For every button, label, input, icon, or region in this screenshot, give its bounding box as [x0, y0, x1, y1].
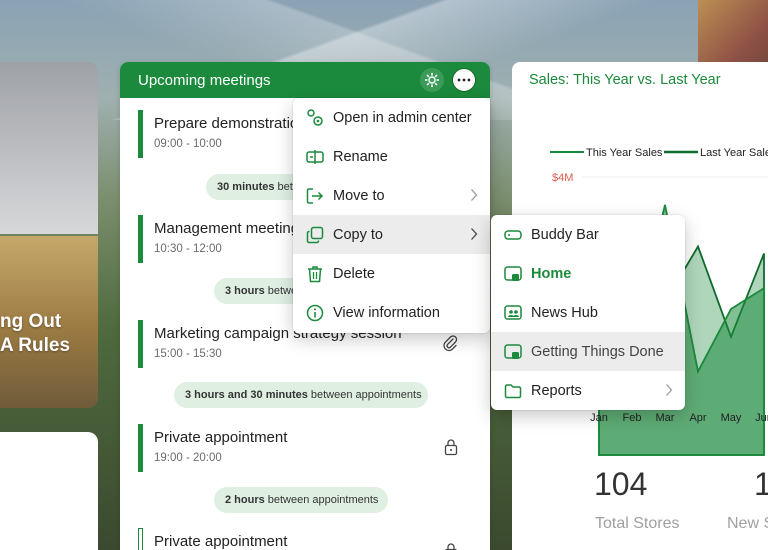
stat-label: New S — [727, 515, 768, 532]
chart-legend: This Year Sales Last Year Sale — [550, 147, 768, 159]
menu-item-copy-to[interactable]: Copy to — [293, 215, 490, 254]
news-card-caption: ng Out A Rules — [0, 311, 71, 356]
private-lock-icon — [444, 438, 458, 461]
stat-value: 104 — [594, 466, 648, 502]
submenu-item-news-hub[interactable]: News Hub — [491, 293, 685, 332]
meeting-status-bar — [138, 424, 143, 472]
stat-label: Total Stores — [595, 515, 680, 532]
submenu-item-home[interactable]: Home — [491, 254, 685, 293]
legend-last-year: Last Year Sale — [700, 147, 768, 159]
meeting-status-bar — [138, 215, 143, 263]
context-menu: Open in admin center Rename Move to Copy… — [293, 98, 490, 333]
x-tick-label: Jun — [755, 412, 768, 424]
submenu-item-reports[interactable]: Reports — [491, 371, 685, 410]
legend-this-year: This Year Sales — [586, 147, 663, 159]
meeting-status-bar — [138, 528, 143, 550]
meeting-item[interactable]: Private appointment — [138, 528, 478, 550]
meeting-title: Private appointment — [154, 429, 288, 446]
attachment-paperclip-icon — [442, 334, 458, 357]
rename-icon — [305, 147, 325, 167]
copy-to-submenu: Buddy Bar Home News Hub Getting Things D… — [491, 215, 685, 410]
gap-indicator: 2 hours between appointments — [214, 487, 388, 513]
bar-icon — [503, 225, 523, 245]
menu-item-open-admin-center[interactable]: Open in admin center — [293, 98, 490, 137]
menu-item-view-information[interactable]: View information — [293, 293, 490, 332]
meetings-header: Upcoming meetings — [120, 62, 490, 98]
left-card-bottom — [0, 432, 98, 550]
x-tick-label: Jan — [590, 412, 608, 424]
move-to-icon — [305, 186, 325, 206]
submenu-item-buddy-bar[interactable]: Buddy Bar — [491, 215, 685, 254]
page-icon — [503, 342, 523, 362]
meeting-status-bar — [138, 320, 143, 368]
copy-icon — [305, 225, 325, 245]
x-tick-label: Mar — [656, 412, 675, 424]
info-icon — [305, 303, 325, 323]
x-tick-label: Apr — [689, 412, 706, 424]
x-tick-label: May — [721, 412, 742, 424]
meeting-title: Private appointment — [154, 533, 288, 550]
meeting-item[interactable]: Private appointment 19:00 - 20:00 — [138, 424, 478, 472]
private-lock-icon — [444, 542, 458, 550]
left-card-image-top[interactable] — [0, 62, 98, 234]
meetings-title: Upcoming meetings — [138, 71, 271, 89]
x-tick-label: Feb — [623, 412, 642, 424]
meeting-status-bar — [138, 110, 143, 158]
gap-indicator: 3 hours and 30 minutes between appointmen… — [174, 382, 428, 408]
menu-item-rename[interactable]: Rename — [293, 137, 490, 176]
chevron-right-icon — [665, 383, 673, 401]
more-options-button[interactable] — [452, 68, 476, 92]
left-news-card[interactable]: ng Out A Rules — [0, 236, 98, 408]
sales-title: Sales: This Year vs. Last Year — [529, 72, 721, 88]
y-axis-label: $4M — [552, 172, 573, 184]
menu-item-move-to[interactable]: Move to — [293, 176, 490, 215]
page-icon — [503, 264, 523, 284]
admin-center-icon — [305, 108, 325, 128]
trash-icon — [305, 264, 325, 284]
meeting-time: 19:00 - 20:00 — [154, 452, 222, 464]
meeting-time: 15:00 - 15:30 — [154, 348, 222, 360]
settings-gear-icon[interactable] — [420, 68, 444, 92]
folder-icon — [503, 381, 523, 401]
chevron-right-icon — [470, 227, 478, 245]
menu-item-delete[interactable]: Delete — [293, 254, 490, 293]
stat-value: 1 — [754, 466, 768, 502]
chevron-right-icon — [470, 188, 478, 206]
page-icon — [503, 303, 523, 323]
submenu-item-getting-things-done[interactable]: Getting Things Done — [491, 332, 685, 371]
